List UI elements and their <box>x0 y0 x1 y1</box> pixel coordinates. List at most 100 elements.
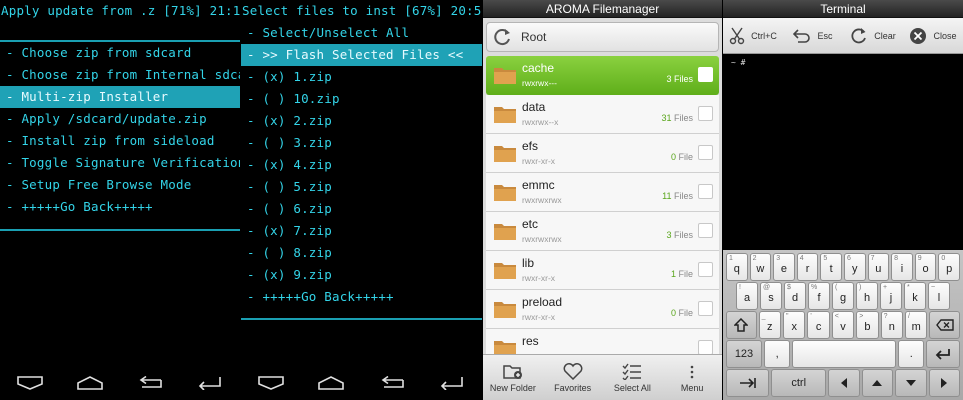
key-x[interactable]: " x <box>782 311 806 339</box>
key-r[interactable]: 4r <box>796 253 819 281</box>
menu-button[interactable]: Menu <box>662 355 722 400</box>
menu-item[interactable]: - Setup Free Browse Mode <box>0 174 240 196</box>
folder-row[interactable]: data rwxrwx--x 31 Files <box>486 95 719 134</box>
ctrl-key[interactable]: ctrl <box>771 369 827 397</box>
space-key[interactable] <box>792 340 897 368</box>
menu-item[interactable]: - Select/Unselect All <box>241 22 482 44</box>
select-checkbox[interactable] <box>698 67 713 82</box>
menu-item[interactable]: - (x) 1.zip <box>241 66 482 88</box>
folder-icon <box>494 263 516 279</box>
menu-item[interactable]: - Install zip from sideload <box>0 130 240 152</box>
menu-item[interactable]: - ( ) 3.zip <box>241 132 482 154</box>
numbers-key[interactable]: 123 <box>726 340 762 368</box>
select-checkbox[interactable] <box>698 301 713 316</box>
key-u[interactable]: 7u <box>867 253 890 281</box>
menu-item[interactable]: - Multi-zip Installer <box>0 86 240 108</box>
favorites-button[interactable]: Favorites <box>543 355 603 400</box>
back-icon[interactable] <box>137 376 163 390</box>
home-icon[interactable] <box>77 376 103 390</box>
file-count-number: 31 <box>661 113 672 123</box>
key-v[interactable]: < v <box>831 311 855 339</box>
key-d[interactable]: $ d <box>784 282 806 310</box>
folder-row[interactable]: preload rwxr-xr-x 0 File <box>486 290 719 329</box>
key-j[interactable]: + j <box>880 282 902 310</box>
select-checkbox[interactable] <box>698 184 713 199</box>
new-folder-button[interactable]: New Folder <box>483 355 543 400</box>
arrow-down-key[interactable] <box>895 369 927 397</box>
delete-key[interactable] <box>929 311 960 339</box>
key-m[interactable]: / m <box>905 311 928 339</box>
menu-item[interactable]: - >> Flash Selected Files << <box>241 44 482 66</box>
key-k[interactable]: * k <box>904 282 926 310</box>
select-checkbox[interactable] <box>698 262 713 277</box>
home-icon[interactable] <box>318 376 345 390</box>
file-count: 0 File <box>671 152 693 162</box>
folder-row[interactable]: efs rwxr-xr-x 0 File <box>486 134 719 173</box>
shift-key[interactable] <box>726 311 757 339</box>
key-h[interactable]: ) h <box>856 282 878 310</box>
ctrl-c-button[interactable]: Ctrl+C <box>723 27 783 45</box>
key-f[interactable]: % f <box>808 282 830 310</box>
key-w[interactable]: 2w <box>749 253 772 281</box>
key-l[interactable]: ~ l <box>928 282 950 310</box>
key-z[interactable]: _ z <box>758 311 781 339</box>
key-o[interactable]: 9o <box>914 253 937 281</box>
key-a[interactable]: ! a <box>736 282 758 310</box>
select-checkbox[interactable] <box>698 145 713 160</box>
period-key[interactable]: . <box>898 340 925 368</box>
select-checkbox[interactable] <box>698 340 713 354</box>
clear-button[interactable]: Clear <box>843 27 903 45</box>
close-button[interactable]: Close <box>903 27 963 45</box>
folder-row[interactable]: etc rwxrwxrwx 3 Files <box>486 212 719 251</box>
esc-button[interactable]: Esc <box>783 28 843 44</box>
terminal-output[interactable]: ~ # <box>723 54 963 250</box>
return-icon[interactable] <box>197 376 223 390</box>
folder-row[interactable]: lib rwxr-xr-x 1 File <box>486 251 719 290</box>
menu-icon[interactable] <box>258 376 284 390</box>
key-e[interactable]: 3e <box>773 253 795 281</box>
menu-item[interactable]: - (x) 9.zip <box>241 264 482 286</box>
key-p[interactable]: 0p <box>938 253 960 281</box>
return-icon[interactable] <box>439 376 465 390</box>
key-q[interactable]: 1q <box>726 253 748 281</box>
key-g[interactable]: (g <box>832 282 854 310</box>
arrow-right-key[interactable] <box>928 369 960 397</box>
arrow-up-key[interactable] <box>861 369 894 397</box>
key-i[interactable]: 8i <box>891 253 913 281</box>
menu-item[interactable]: - ( ) 10.zip <box>241 88 482 110</box>
menu-item[interactable]: - Toggle Signature Verification <box>0 152 240 174</box>
back-icon[interactable] <box>379 376 405 390</box>
menu-item[interactable]: - (x) 2.zip <box>241 110 482 132</box>
select-checkbox[interactable] <box>698 106 713 121</box>
key-y[interactable]: 6y <box>843 253 866 281</box>
key-n[interactable]: ? n <box>880 311 904 339</box>
arrow-left-key[interactable] <box>828 369 860 397</box>
key-s[interactable]: @ s <box>760 282 782 310</box>
menu-item[interactable]: - +++++Go Back+++++ <box>0 196 240 218</box>
folder-row[interactable]: res <box>486 329 719 354</box>
select-checkbox[interactable] <box>698 223 713 238</box>
root-button[interactable]: Root <box>486 22 719 52</box>
scissors-icon <box>729 27 745 44</box>
arrow-right-icon <box>941 378 948 388</box>
menu-item[interactable]: - ( ) 5.zip <box>241 176 482 198</box>
enter-key[interactable] <box>926 340 960 368</box>
menu-item[interactable]: - +++++Go Back+++++ <box>241 286 482 308</box>
select-all-button[interactable]: Select All <box>603 355 663 400</box>
comma-key[interactable]: , <box>763 340 791 368</box>
folder-row[interactable]: cache rwxrwx--- 3 Files <box>486 56 719 95</box>
menu-item[interactable]: - (x) 7.zip <box>241 220 482 242</box>
menu-item[interactable]: - (x) 4.zip <box>241 154 482 176</box>
folder-row[interactable]: emmc rwxrwxrwx 11 Files <box>486 173 719 212</box>
menu-item[interactable]: - Choose zip from Internal sdcard <box>0 64 240 86</box>
tab-key[interactable] <box>726 369 770 397</box>
key-c[interactable]: ' c <box>807 311 830 339</box>
menu-icon[interactable] <box>17 376 43 390</box>
menu-item[interactable]: - Choose zip from sdcard <box>0 42 240 64</box>
menu-item[interactable]: - ( ) 8.zip <box>241 242 482 264</box>
menu-item[interactable]: - Apply /sdcard/update.zip <box>0 108 240 130</box>
key-label: m <box>911 321 921 333</box>
menu-item[interactable]: - ( ) 6.zip <box>241 198 482 220</box>
key-t[interactable]: 5t <box>820 253 842 281</box>
key-b[interactable]: > b <box>856 311 879 339</box>
